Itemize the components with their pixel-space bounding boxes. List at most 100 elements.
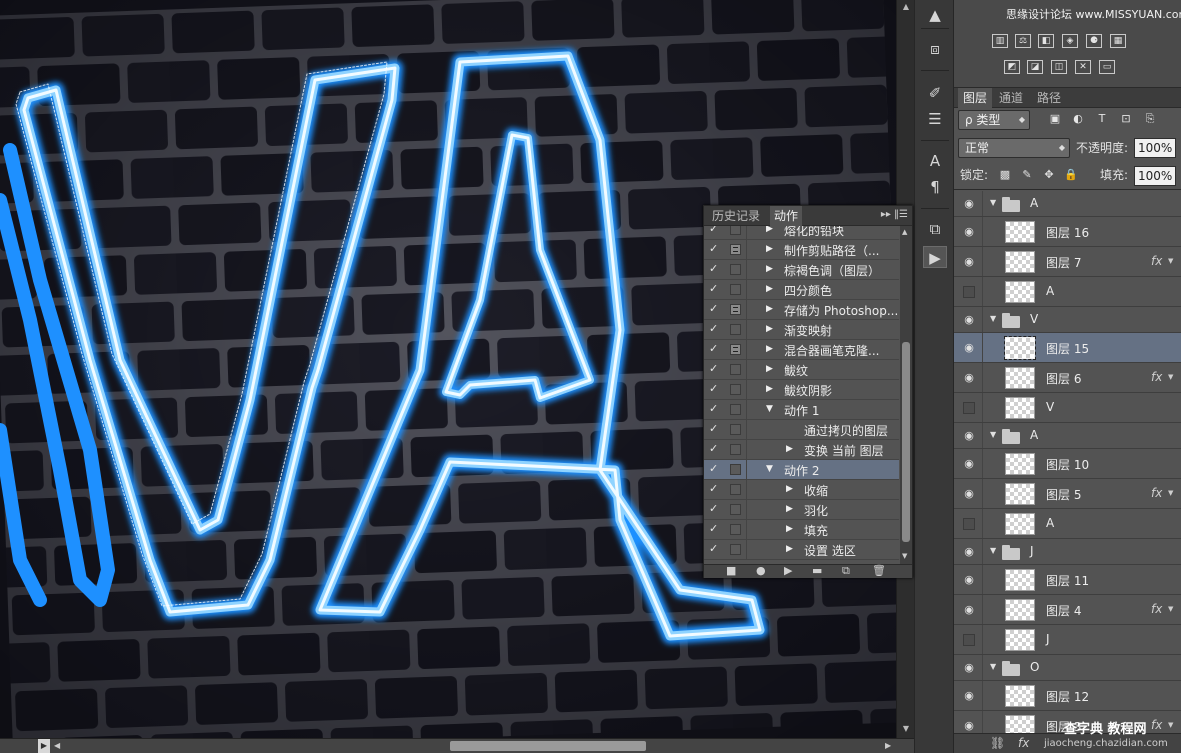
toggle-checkmark-icon[interactable]: ✓ [709,403,721,415]
visibility-eye-icon[interactable]: ◉ [962,313,976,327]
visibility-off-box[interactable] [963,402,975,414]
collapsed-triangle-icon[interactable]: ▶ [786,524,793,534]
tab-actions[interactable]: 动作 [770,206,803,226]
action-row[interactable]: ✓ 通过拷贝的图层 [704,420,899,440]
layer-row[interactable]: A [954,277,1181,307]
toggle-checkmark-icon[interactable]: ✓ [709,226,721,235]
dialog-toggle-icon[interactable] [730,404,741,415]
layer-row[interactable]: J [954,625,1181,655]
action-row[interactable]: ✓ ▶ 收缩 [704,480,899,500]
visibility-eye-icon[interactable]: ◉ [962,719,976,733]
toggle-checkmark-icon[interactable]: ✓ [709,483,721,495]
collapsed-triangle-icon[interactable]: ▶ [786,484,793,494]
play-selection-icon[interactable]: ▶ [784,564,792,577]
layer-thumbnail[interactable] [1005,367,1035,389]
dialog-toggle-icon[interactable] [730,324,741,335]
lock-transparent-icon[interactable]: ▩ [998,168,1012,182]
layer-thumbnail[interactable] [1005,513,1035,535]
toggle-checkmark-icon[interactable]: ✓ [709,443,721,455]
opacity-input[interactable]: 100% [1134,138,1176,158]
action-row[interactable]: ✓ ▶ 存储为 Photoshop... [704,300,899,320]
layer-row[interactable]: ◉ 图层 4 fx ▼ [954,595,1181,625]
layer-filter-dropdown[interactable]: ρ 类型 ◆ [958,110,1030,130]
layer-fx-badge[interactable]: fx [1151,486,1162,500]
hscroll-left-arrow-icon[interactable]: ◀ [54,739,60,753]
fx-expand-caret-icon[interactable]: ▼ [1168,257,1173,265]
layer-thumbnail[interactable] [1005,483,1035,505]
group-expand-triangle-icon[interactable]: ▼ [990,314,996,323]
record-icon[interactable]: ● [756,564,766,577]
dialog-toggle-icon[interactable] [730,444,741,455]
action-row[interactable]: ✓ ▶ 渐变映射 [704,320,899,340]
layer-group-row[interactable]: ◉ ▼ A [954,191,1181,217]
layer-row[interactable]: ◉ 图层 10 [954,449,1181,479]
visibility-eye-icon[interactable]: ◉ [962,255,976,269]
vibrance-icon[interactable]: ◈ [1062,34,1078,48]
layer-row[interactable]: ◉ 图层 15 [954,333,1181,363]
fx-expand-caret-icon[interactable]: ▼ [1168,373,1173,381]
layer-row[interactable]: ◉ 图层 12 [954,681,1181,711]
layer-thumbnail[interactable] [1004,336,1036,360]
new-set-folder-icon[interactable]: ▬ [812,564,822,577]
toggle-checkmark-icon[interactable]: ✓ [709,283,721,295]
toggle-checkmark-icon[interactable]: ✓ [709,543,721,555]
layer-group-row[interactable]: ◉ ▼ A [954,423,1181,449]
action-row[interactable]: ✓ ▶ 四分颜色 [704,280,899,300]
new-action-icon[interactable]: ⧉ [842,564,850,578]
lock-all-icon[interactable]: 🔒 [1064,168,1078,182]
exposure-icon[interactable]: ◧ [1038,34,1054,48]
selective-color-icon[interactable]: ✕ [1075,60,1091,74]
collapsed-triangle-icon[interactable]: ▶ [766,284,773,294]
collapsed-triangle-icon[interactable]: ▶ [766,344,773,354]
collapsed-triangle-icon[interactable]: ▶ [786,444,793,454]
group-expand-triangle-icon[interactable]: ▼ [990,430,996,439]
action-row[interactable]: ✓ ▶ 制作剪贴路径（... [704,240,899,260]
layer-fx-badge[interactable]: fx [1151,254,1162,268]
layer-fx-badge[interactable]: fx [1151,718,1162,732]
visibility-eye-icon[interactable]: ◉ [962,545,976,559]
lock-position-icon[interactable]: ✥ [1042,168,1056,182]
collapsed-triangle-icon[interactable]: ▶ [766,384,773,394]
layer-fx-badge[interactable]: fx [1151,602,1162,616]
dialog-toggle-icon[interactable] [730,364,741,375]
dialog-toggle-icon[interactable] [730,524,741,535]
dialog-toggle-icon[interactable] [730,304,741,315]
layer-thumbnail[interactable] [1005,599,1035,621]
fx-expand-caret-icon[interactable]: ▼ [1168,489,1173,497]
layer-group-row[interactable]: ◉ ▼ O [954,655,1181,681]
layer-row[interactable]: ◉ 图层 16 [954,217,1181,247]
collapsed-triangle-icon[interactable]: ▶ [766,226,773,234]
collapsed-triangle-icon[interactable]: ▶ [786,504,793,514]
visibility-eye-icon[interactable]: ◉ [962,573,976,587]
dialog-toggle-icon[interactable] [730,384,741,395]
add-layer-style-icon[interactable]: fx [1018,736,1029,750]
dialog-toggle-icon[interactable] [730,424,741,435]
layer-fx-badge[interactable]: fx [1151,370,1162,384]
action-row[interactable]: ✓ ▶ 棕褐色调（图层） [704,260,899,280]
actions-scroll-thumb[interactable] [902,342,910,542]
expanded-triangle-icon[interactable]: ▼ [766,404,773,414]
fx-expand-caret-icon[interactable]: ▼ [1168,605,1173,613]
visibility-eye-icon[interactable]: ◉ [962,689,976,703]
filter-shape-icon[interactable]: ⊡ [1119,112,1133,126]
tab-history[interactable]: 历史记录 [708,206,764,226]
visibility-eye-icon[interactable]: ◉ [962,661,976,675]
expanded-triangle-icon[interactable]: ▼ [766,464,773,474]
toggle-checkmark-icon[interactable]: ✓ [709,343,721,355]
toggle-checkmark-icon[interactable]: ✓ [709,383,721,395]
collapsed-triangle-icon[interactable]: ▶ [786,544,793,554]
visibility-eye-icon[interactable]: ◉ [962,225,976,239]
dialog-toggle-icon[interactable] [730,226,741,235]
layer-thumbnail[interactable] [1005,453,1035,475]
collapsed-triangle-icon[interactable]: ▶ [766,364,773,374]
history-panel-icon[interactable]: ⧉ [923,218,947,240]
blend-mode-dropdown[interactable]: 正常 ◆ [958,138,1070,158]
scroll-up-arrow-icon[interactable]: ▲ [902,228,907,236]
action-row[interactable]: ✓ ▶ 羽化 [704,500,899,520]
layer-group-row[interactable]: ◉ ▼ V [954,307,1181,333]
group-expand-triangle-icon[interactable]: ▼ [990,546,996,555]
action-row[interactable]: ✓ ▶ 变换 当前 图层 [704,440,899,460]
toggle-checkmark-icon[interactable]: ✓ [709,523,721,535]
visibility-off-box[interactable] [963,286,975,298]
lock-brush-icon[interactable]: ✎ [1020,168,1034,182]
